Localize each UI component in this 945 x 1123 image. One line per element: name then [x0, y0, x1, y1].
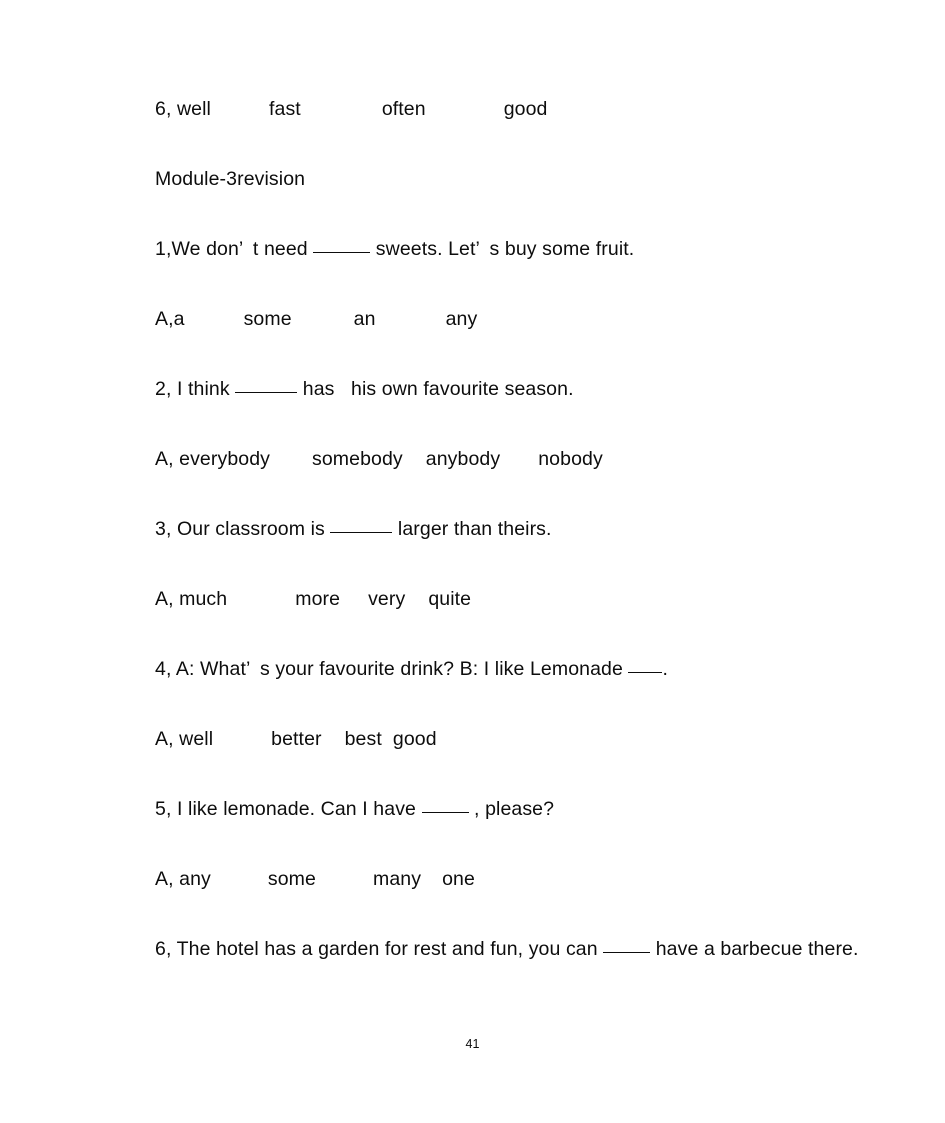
question-1: 1,We don’ t need sweets. Let’ s buy some f… — [155, 236, 895, 306]
question-1-text-mid: t need — [252, 238, 314, 260]
options-row-q3: A, much more very quite — [155, 586, 895, 656]
question-1-number: 1, — [155, 238, 172, 260]
options-row-prev-q6: 6, well fast often good — [155, 96, 895, 166]
option-choice-good[interactable]: good — [393, 726, 437, 752]
question-6: 6, The hotel has a garden for rest and f… — [155, 936, 895, 1006]
question-5: 5, I like lemonade. Can I have , please? — [155, 796, 895, 866]
answer-blank-q3[interactable] — [330, 516, 393, 533]
document-body: 6, well fast often good Module-3revision 1,… — [155, 96, 895, 1006]
answer-blank-q2[interactable] — [235, 376, 298, 393]
option-label[interactable]: A,a — [155, 306, 185, 332]
option-choice-one[interactable]: one — [442, 866, 475, 892]
option-choice-anybody[interactable]: anybody — [426, 446, 500, 472]
question-5-text-before: 5, I like lemonade. Can I have — [155, 798, 422, 820]
question-6-text-before: 6, The hotel has a garden for rest and f… — [155, 938, 604, 960]
answer-blank-q6[interactable] — [603, 936, 651, 953]
option-choice-good[interactable]: good — [504, 96, 548, 122]
option-choice-fast[interactable]: fast — [269, 96, 301, 122]
option-label[interactable]: 6, well — [155, 96, 211, 122]
document-page: 6, well fast often good Module-3revision 1,… — [0, 0, 945, 1123]
option-label[interactable]: A, any — [155, 866, 211, 892]
question-2-text-after: has his own favourite season. — [297, 378, 574, 400]
option-choice-more[interactable]: more — [295, 586, 340, 612]
question-4-text-after: s your favourite drink? B: I like Lemona… — [259, 658, 629, 680]
option-choice-often[interactable]: often — [382, 96, 426, 122]
question-2-text-before: 2, I think — [155, 378, 236, 400]
option-choice-an[interactable]: an — [354, 306, 376, 332]
option-label[interactable]: A, well — [155, 726, 213, 752]
question-4-text-before: 4, A: What — [155, 658, 246, 680]
question-3: 3, Our classroom is larger than theirs. — [155, 516, 895, 586]
page-number: 41 — [465, 1037, 480, 1051]
question-6-text-after: have a barbecue there. — [650, 938, 859, 960]
options-row-q5: A, any some many one — [155, 866, 895, 936]
question-1-text-after: sweets. Let — [370, 238, 476, 260]
question-2: 2, I think has his own favourite season. — [155, 376, 895, 446]
question-4: 4, A: What’ s your favourite drink? B: I … — [155, 656, 895, 726]
option-choice-nobody[interactable]: nobody — [538, 446, 603, 472]
apostrophe-glyph: ’ — [475, 238, 480, 260]
option-choice-some[interactable]: some — [244, 306, 292, 332]
question-3-text-before: 3, Our classroom is — [155, 518, 331, 540]
options-row-q2: A, everybody somebody anybody nobody — [155, 446, 895, 516]
options-row-q1: A,a some an any — [155, 306, 895, 376]
option-choice-any[interactable]: any — [446, 306, 478, 332]
option-choice-best[interactable]: best — [345, 726, 382, 752]
answer-blank-q4[interactable] — [628, 656, 663, 673]
option-label[interactable]: A, much — [155, 586, 227, 612]
question-1-text-before: We don — [171, 238, 239, 260]
option-label[interactable]: A, everybody — [155, 446, 270, 472]
option-choice-somebody[interactable]: somebody — [312, 446, 403, 472]
option-choice-some[interactable]: some — [268, 866, 316, 892]
answer-blank-q5[interactable] — [421, 796, 469, 813]
section-heading: Module-3revision — [155, 168, 306, 190]
apostrophe-glyph: ’ — [238, 238, 244, 260]
option-choice-quite[interactable]: quite — [428, 586, 471, 612]
answer-blank-q1[interactable] — [313, 236, 371, 253]
option-choice-better[interactable]: better — [271, 726, 321, 752]
option-choice-many[interactable]: many — [373, 866, 421, 892]
question-3-text-after: larger than theirs. — [392, 518, 552, 540]
question-1-text-end: s buy some fruit. — [489, 238, 635, 260]
option-choice-very[interactable]: very — [368, 586, 405, 612]
apostrophe-glyph: ’ — [245, 658, 251, 680]
question-5-text-after: , please? — [468, 798, 555, 820]
options-row-q4: A, well better best good — [155, 726, 895, 796]
question-4-text-end: . — [662, 658, 668, 680]
